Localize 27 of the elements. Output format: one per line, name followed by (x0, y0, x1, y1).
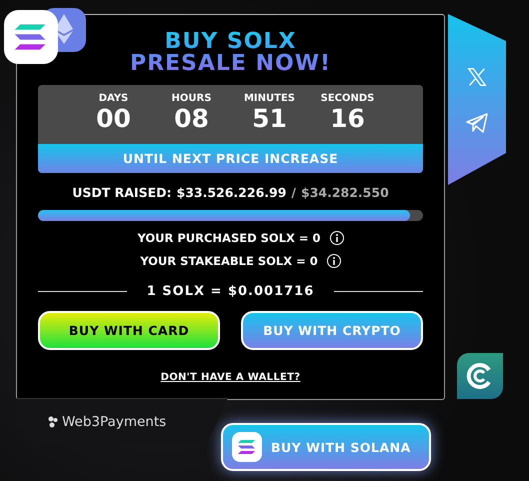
countdown-caption: UNTIL NEXT PRICE INCREASE (38, 144, 423, 173)
balance-text: YOUR PURCHASED SOLX = 0 (137, 231, 321, 245)
x-icon[interactable] (466, 66, 488, 88)
price-text: 1 SOLX = $0.001716 (146, 284, 314, 299)
balance-text: YOUR STAKEABLE SOLX = 0 (140, 254, 318, 268)
raised-label: USDT RAISED: (72, 185, 172, 200)
coin-logo-icon[interactable] (457, 353, 503, 399)
countdown-value: 16 (330, 104, 365, 134)
raised-target: $34.282.550 (301, 185, 389, 200)
raised-amount: $33.526.226.99 (176, 185, 286, 200)
countdown-label: HOURS (172, 93, 212, 104)
info-icon[interactable] (330, 231, 344, 245)
dots-icon (48, 416, 58, 428)
info-icon[interactable] (326, 254, 341, 268)
countdown-value: 51 (252, 104, 287, 134)
brand-text: Web3Payments (62, 414, 166, 430)
countdown-label: MINUTES (244, 93, 295, 104)
solana-icon (232, 432, 262, 462)
countdown-value: 00 (96, 104, 131, 134)
telegram-icon[interactable] (465, 112, 489, 134)
countdown-label: SECONDS (320, 93, 374, 104)
solana-logo-icon (4, 10, 58, 64)
buy-card-button[interactable]: BUY WITH CARD (38, 311, 220, 350)
wallet-link[interactable]: DON'T HAVE A WALLET? (160, 372, 300, 383)
countdown-value: 08 (174, 104, 209, 134)
separator: / (291, 185, 296, 200)
countdown-label: DAYS (98, 93, 128, 104)
